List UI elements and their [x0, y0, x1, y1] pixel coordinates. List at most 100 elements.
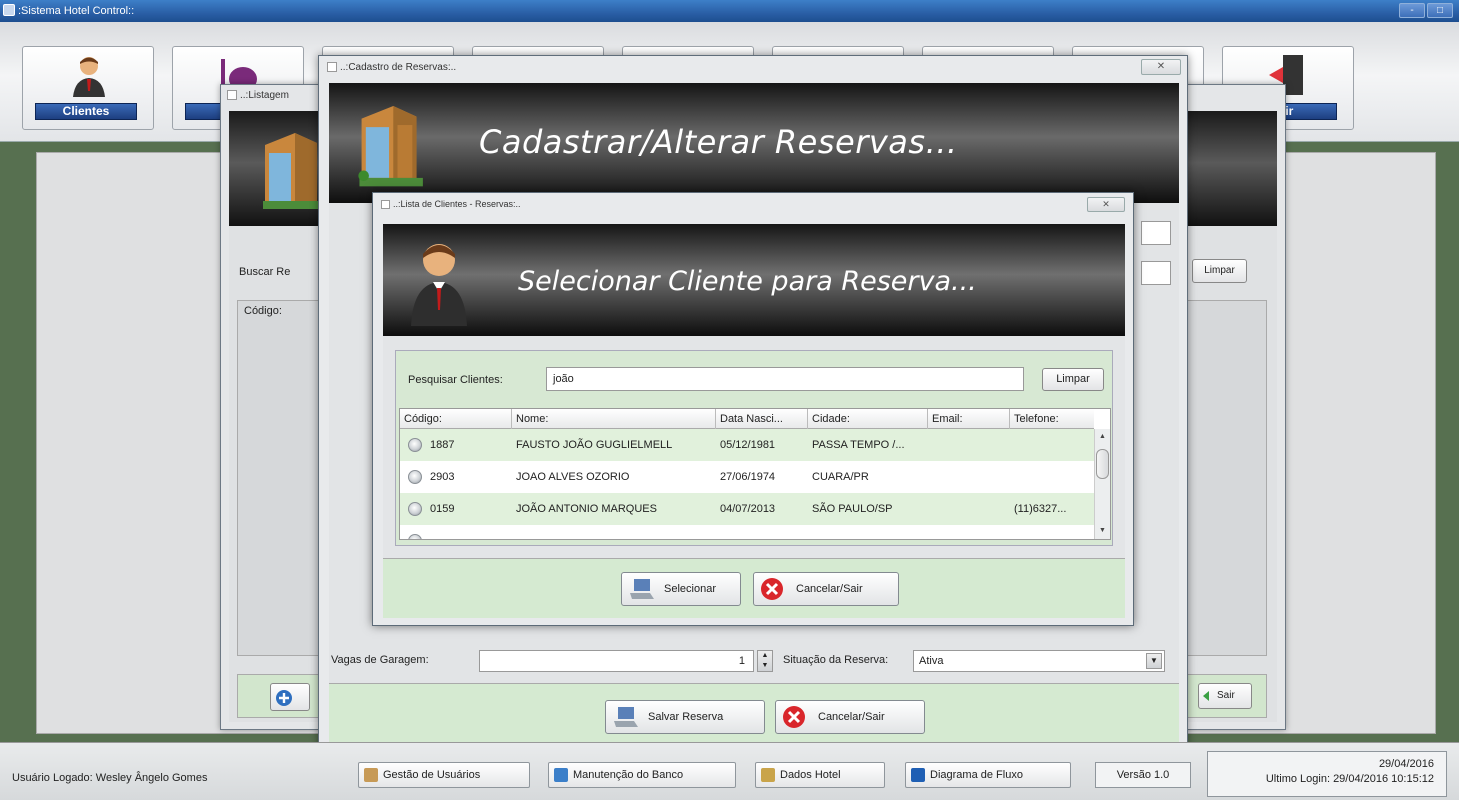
- users-icon: [364, 768, 378, 782]
- current-date: 29/04/2016: [1378, 758, 1434, 770]
- app-icon: [3, 4, 15, 16]
- situacao-reserva-select[interactable]: Ativa ▼: [913, 650, 1165, 672]
- cadastro-header: Cadastrar/Alterar Reservas...: [329, 83, 1179, 203]
- listagem-title: ..:Listagem: [227, 90, 289, 101]
- clientes-table[interactable]: Código: Nome: Data Nasci... Cidade: Emai…: [399, 408, 1111, 540]
- cell-codigo: 0159: [430, 503, 455, 515]
- client-person-icon: [73, 57, 105, 97]
- table-row[interactable]: [400, 525, 1094, 539]
- logged-user-text: Usuário Logado: Wesley Ângelo Gomes: [12, 772, 208, 784]
- listagem-novo-button[interactable]: [270, 683, 310, 711]
- main-titlebar: :Sistema Hotel Control:: - □: [0, 0, 1459, 22]
- table-row[interactable]: 1887 FAUSTO JOÃO GUGLIELMELL 05/12/1981 …: [400, 429, 1094, 461]
- listagem-title-text: ..:Listagem: [240, 90, 289, 101]
- hotel-building-icon: [263, 133, 323, 209]
- dados-hotel-button[interactable]: Dados Hotel: [755, 762, 885, 788]
- hotel-building-icon: [358, 106, 423, 187]
- clientes-footer: Selecionar Cancelar/Sair: [383, 558, 1125, 618]
- cadastro-field-2[interactable]: [1141, 261, 1171, 285]
- col-cidade[interactable]: Cidade:: [808, 409, 928, 429]
- scroll-down-icon[interactable]: ▼: [1096, 524, 1109, 538]
- pesquisar-clientes-input[interactable]: joão: [546, 367, 1024, 391]
- situacao-reserva-label: Situação da Reserva:: [783, 654, 889, 666]
- col-data-nasc[interactable]: Data Nasci...: [716, 409, 808, 429]
- salvar-reserva-label: Salvar Reserva: [648, 711, 724, 723]
- toolbar-clientes-button[interactable]: Clientes: [22, 46, 154, 130]
- vagas-garagem-input[interactable]: 1: [479, 650, 754, 672]
- col-telefone[interactable]: Telefone:: [1010, 409, 1094, 429]
- cell-cidade: PASSA TEMPO /...: [812, 439, 905, 451]
- table-row[interactable]: 2903 JOAO ALVES OZORIO 27/06/1974 CUARA/…: [400, 461, 1094, 493]
- window-icon: [227, 90, 237, 101]
- clientes-table-scrollbar[interactable]: ▲ ▼: [1094, 429, 1110, 539]
- gestao-usuarios-label: Gestão de Usuários: [383, 769, 481, 781]
- vagas-garagem-label: Vagas de Garagem:: [331, 654, 429, 666]
- clientes-search-panel: Pesquisar Clientes: joão Limpar Código: …: [395, 350, 1113, 546]
- vagas-spinner[interactable]: ▲ ▼: [757, 650, 773, 672]
- cell-email: [928, 461, 1010, 493]
- cell-email: [928, 493, 1010, 525]
- table-row[interactable]: 0159 JOÃO ANTONIO MARQUES 04/07/2013 SÃO…: [400, 493, 1094, 525]
- cadastro-footer: Salvar Reserva Cancelar/Sair: [329, 683, 1179, 745]
- row-radio[interactable]: [408, 502, 422, 516]
- database-icon: [554, 768, 568, 782]
- scroll-up-icon[interactable]: ▲: [1096, 430, 1109, 444]
- cell-data: 04/07/2013: [720, 503, 776, 515]
- col-email[interactable]: Email:: [928, 409, 1010, 429]
- lista-clientes-window: ..:Lista de Clientes - Reservas:.. ✕ Sel…: [372, 192, 1134, 626]
- cell-cidade: CUARA/PR: [812, 471, 869, 483]
- last-login: Ultimo Login: 29/04/2016 10:15:12: [1265, 773, 1434, 785]
- gestao-usuarios-button[interactable]: Gestão de Usuários: [358, 762, 530, 788]
- selecionar-button[interactable]: Selecionar: [621, 572, 741, 606]
- minimize-button[interactable]: -: [1399, 3, 1425, 18]
- maximize-button[interactable]: □: [1427, 3, 1453, 18]
- diagrama-fluxo-label: Diagrama de Fluxo: [930, 769, 1023, 781]
- listagem-sair-label: Sair: [1217, 690, 1235, 701]
- manutencao-banco-button[interactable]: Manutenção do Banco: [548, 762, 736, 788]
- clientes-table-header: Código: Nome: Data Nasci... Cidade: Emai…: [400, 409, 1094, 429]
- diagrama-fluxo-button[interactable]: Diagrama de Fluxo: [905, 762, 1071, 788]
- window-icon: [327, 62, 337, 73]
- selecionar-label: Selecionar: [664, 583, 716, 595]
- row-radio[interactable]: [408, 534, 422, 539]
- cell-email: [928, 429, 1010, 461]
- clientes-limpar-button[interactable]: Limpar: [1042, 368, 1104, 391]
- clientes-body: Pesquisar Clientes: joão Limpar Código: …: [383, 336, 1125, 558]
- pesquisar-clientes-label: Pesquisar Clientes:: [408, 374, 503, 386]
- cell-nome: JOÃO ANTONIO MARQUES: [516, 503, 657, 515]
- listagem-sair-button[interactable]: Sair: [1198, 683, 1252, 709]
- clientes-title: ..:Lista de Clientes - Reservas:..: [381, 199, 521, 210]
- cell-telefone: [1010, 461, 1094, 493]
- cadastro-cancelar-button[interactable]: Cancelar/Sair: [775, 700, 925, 734]
- clientes-cancelar-button[interactable]: Cancelar/Sair: [753, 572, 899, 606]
- hotel-icon: [761, 768, 775, 782]
- clientes-cancelar-label: Cancelar/Sair: [796, 583, 863, 595]
- clientes-header-title: Selecionar Cliente para Reserva...: [518, 266, 977, 297]
- scroll-thumb[interactable]: [1096, 449, 1109, 479]
- col-nome[interactable]: Nome:: [512, 409, 716, 429]
- listagem-limpar-button[interactable]: Limpar: [1192, 259, 1247, 283]
- chevron-down-icon[interactable]: ▼: [1146, 653, 1162, 669]
- cadastro-field-1[interactable]: [1141, 221, 1171, 245]
- clientes-close-button[interactable]: ✕: [1087, 197, 1125, 212]
- cell-codigo: 2903: [430, 471, 455, 483]
- cadastro-title: ..:Cadastro de Reservas:..: [327, 62, 456, 73]
- manutencao-banco-label: Manutenção do Banco: [573, 769, 684, 781]
- flow-diagram-icon: [911, 768, 925, 782]
- cadastro-header-title: Cadastrar/Alterar Reservas...: [479, 123, 958, 161]
- col-codigo[interactable]: Código:: [400, 409, 512, 429]
- row-radio[interactable]: [408, 438, 422, 452]
- cell-telefone: (11)6327...: [1014, 503, 1067, 515]
- cell-cidade: SÃO PAULO/SP: [812, 503, 893, 515]
- row-radio[interactable]: [408, 470, 422, 484]
- cancel-x-icon: [783, 706, 805, 728]
- window-controls: - □: [1399, 3, 1453, 18]
- cadastro-title-text: ..:Cadastro de Reservas:..: [340, 62, 457, 73]
- version-label: Versão 1.0: [1095, 762, 1191, 788]
- salvar-reserva-button[interactable]: Salvar Reserva: [605, 700, 765, 734]
- status-bar: Usuário Logado: Wesley Ângelo Gomes Gest…: [0, 742, 1459, 800]
- cadastro-close-button[interactable]: ✕: [1141, 59, 1181, 75]
- cell-codigo: 1887: [430, 439, 455, 451]
- toolbar-clientes-label: Clientes: [35, 103, 137, 120]
- login-info-box: 29/04/2016 Ultimo Login: 29/04/2016 10:1…: [1207, 751, 1447, 797]
